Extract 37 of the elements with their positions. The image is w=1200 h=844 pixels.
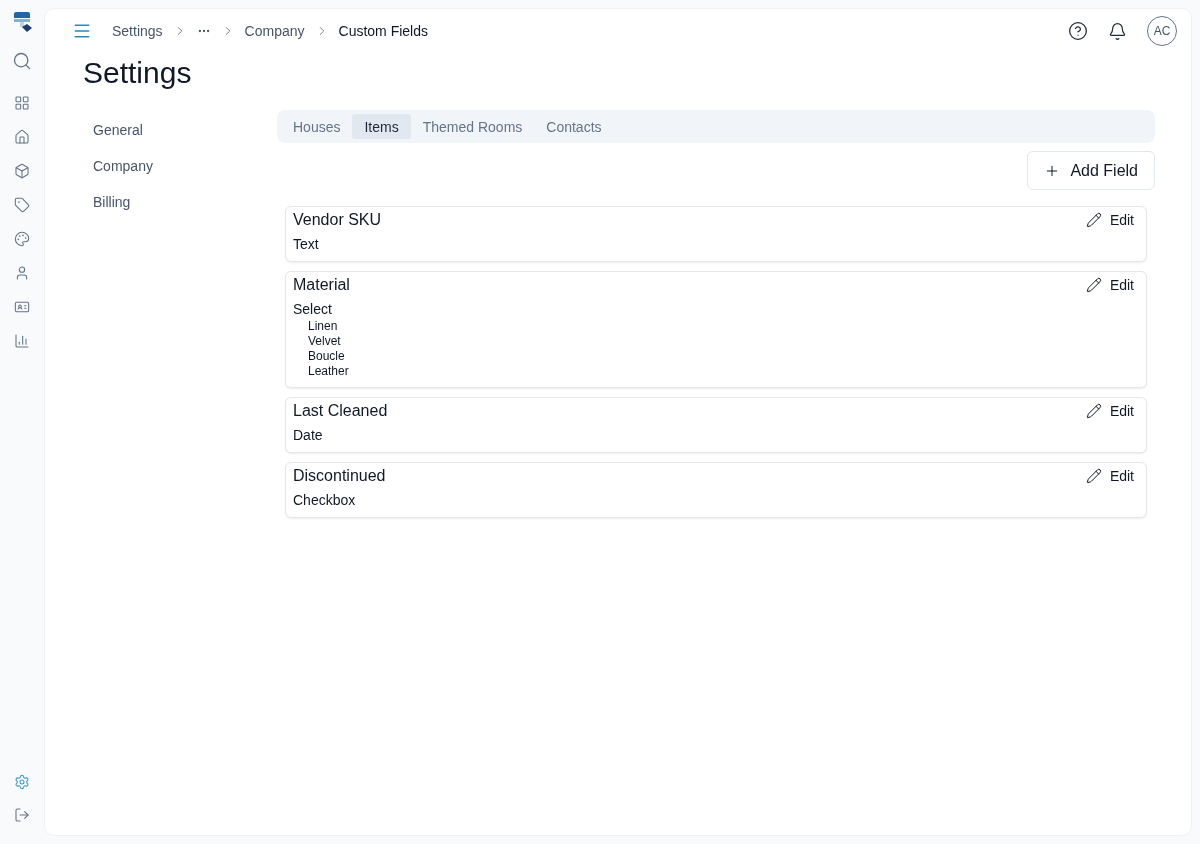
tab[interactable]: Houses — [281, 114, 353, 139]
menu-icon[interactable] — [72, 21, 92, 41]
field-type: Select — [293, 300, 332, 318]
pencil-icon — [1085, 277, 1102, 293]
add-field-button[interactable]: Add Field — [1027, 151, 1155, 190]
tab[interactable]: Themed Rooms — [410, 114, 535, 139]
settings-nav-link[interactable]: General — [93, 120, 143, 140]
app-logo — [11, 11, 33, 33]
breadcrumb-link[interactable]: Company — [244, 23, 305, 39]
tab[interactable]: Contacts — [534, 114, 614, 139]
field-option: Leather — [308, 364, 349, 379]
field-type: Date — [293, 426, 323, 444]
field-type: Text — [293, 235, 319, 253]
help-icon[interactable] — [1068, 21, 1088, 41]
field-name: Vendor SKU — [293, 211, 382, 229]
field-option: Linen — [308, 319, 338, 334]
edit-button[interactable]: Edit — [1085, 276, 1134, 294]
settings-nav-link[interactable]: Company — [93, 156, 153, 176]
field-option: Velvet — [308, 334, 341, 349]
tab[interactable]: Items — [352, 114, 411, 139]
field-name: Material — [293, 276, 350, 294]
field-option: Boucle — [308, 349, 345, 364]
edit-button[interactable]: Edit — [1085, 402, 1134, 420]
pencil-icon — [1085, 403, 1102, 419]
field-name: Discontinued — [293, 467, 386, 485]
field-type: Checkbox — [293, 491, 356, 509]
edit-button[interactable]: Edit — [1085, 211, 1134, 229]
breadcrumb-link[interactable]: Settings — [112, 23, 163, 39]
pencil-icon — [1085, 468, 1102, 484]
user-avatar[interactable]: AC — [1147, 16, 1177, 46]
bell-icon[interactable] — [1108, 21, 1127, 41]
field-name: Last Cleaned — [293, 402, 388, 420]
breadcrumb-current-page: Custom Fields — [338, 23, 428, 39]
settings-nav-link[interactable]: Billing — [93, 192, 131, 212]
edit-button[interactable]: Edit — [1085, 467, 1134, 485]
page-title: Settings — [83, 55, 192, 91]
pencil-icon — [1085, 212, 1102, 228]
